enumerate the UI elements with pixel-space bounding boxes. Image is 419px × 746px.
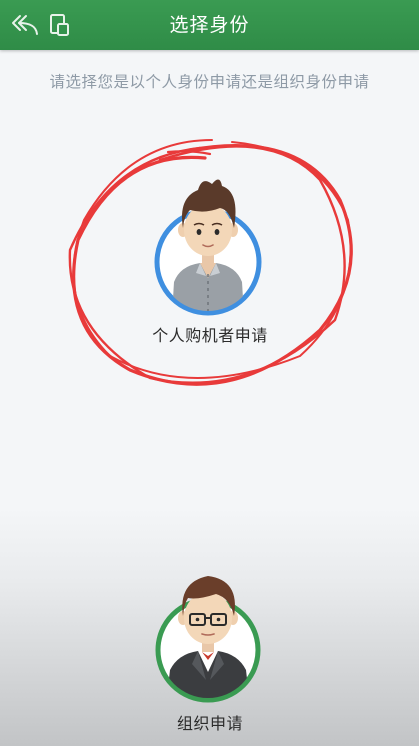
- organization-avatar-icon: [155, 576, 261, 703]
- organization-option[interactable]: 组织申请: [150, 560, 270, 740]
- individual-avatar-icon: [154, 179, 262, 316]
- page-title: 选择身份: [169, 14, 250, 36]
- instruction-text: 请选择您是以个人身份申请还是组织身份申请: [49, 73, 370, 91]
- top-bar: 选择身份: [0, 0, 419, 50]
- organization-label: 组织申请: [176, 714, 243, 733]
- individual-applicant-label: 个人购机者申请: [152, 326, 268, 345]
- individual-applicant-option[interactable]: 个人购机者申请: [150, 170, 270, 350]
